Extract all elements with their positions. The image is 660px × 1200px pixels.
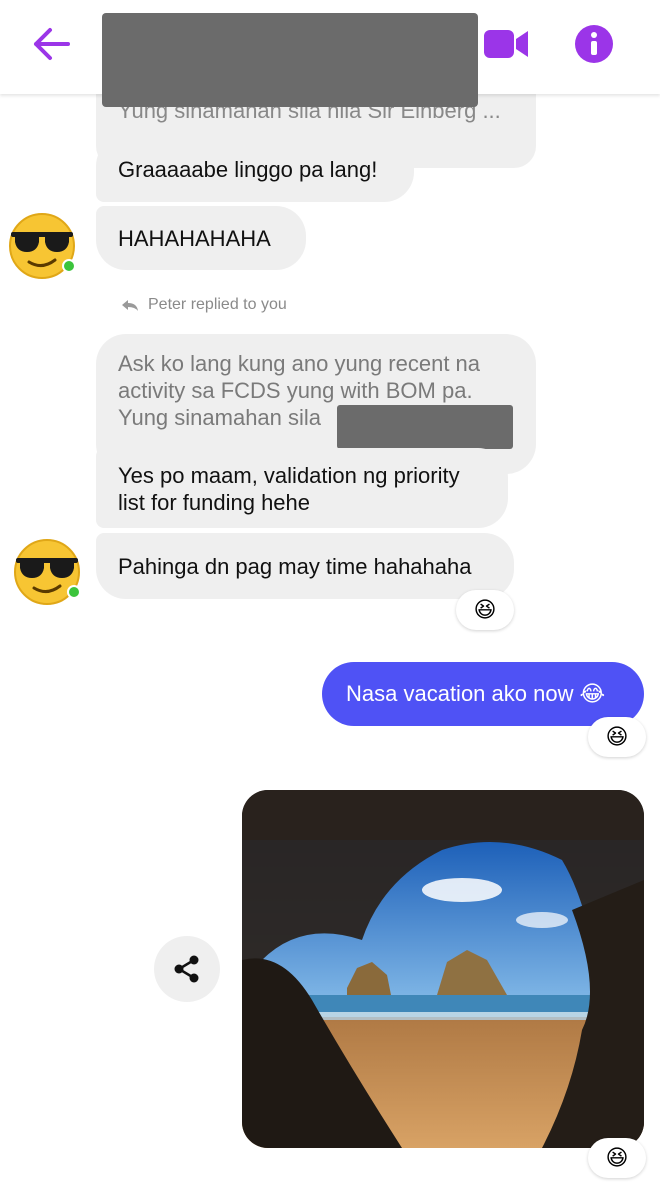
- message-bubble[interactable]: HAHAHAHAHA: [96, 206, 306, 270]
- message-text: Graaaaabe linggo pa lang!: [118, 156, 378, 182]
- back-button[interactable]: [30, 24, 74, 64]
- video-camera-icon: [484, 30, 528, 58]
- redacted-contact-name: [102, 13, 478, 107]
- avatar[interactable]: [12, 536, 82, 606]
- message-text-line: Yes po maam, validation ng priority: [118, 463, 460, 488]
- message-text: Nasa vacation ako now: [346, 681, 574, 706]
- outgoing-message-bubble[interactable]: Nasa vacation ako now 😂: [322, 662, 644, 726]
- reply-arrow-icon: [122, 300, 138, 311]
- avatar[interactable]: [7, 210, 77, 280]
- shared-photo[interactable]: [242, 790, 644, 1148]
- sunglasses-emoji-avatar-icon: [14, 539, 81, 605]
- arrow-left-icon: [34, 28, 70, 60]
- quoted-text-line: Ask ko lang kung ano yung recent na: [118, 351, 481, 376]
- laughing-emoji-icon: 😆: [605, 1145, 629, 1170]
- laughing-emoji-icon: 😆: [605, 724, 629, 749]
- reaction-badge[interactable]: 😆: [588, 1138, 646, 1178]
- message-text-line: list for funding hehe: [118, 490, 311, 515]
- redacted-text: [337, 405, 513, 449]
- share-button[interactable]: [154, 936, 220, 1002]
- quoted-text-line: activity sa FCDS yung with BOM pa.: [118, 378, 473, 403]
- info-button[interactable]: [575, 25, 613, 63]
- sunglasses-emoji-avatar-icon: [9, 213, 76, 279]
- info-icon: [575, 25, 613, 63]
- laughing-emoji-icon: 😆: [473, 597, 497, 622]
- video-call-button[interactable]: [484, 27, 530, 61]
- reaction-badge[interactable]: 😆: [588, 717, 646, 757]
- message-bubble[interactable]: Pahinga dn pag may time hahahaha: [96, 533, 514, 599]
- message-text: HAHAHAHAHA: [118, 225, 271, 251]
- tears-of-joy-emoji-icon: 😂: [579, 681, 606, 706]
- message-bubble[interactable]: Graaaaabe linggo pa lang!: [96, 136, 414, 202]
- share-icon: [174, 955, 199, 983]
- message-text: Pahinga dn pag may time hahahaha: [118, 553, 472, 579]
- message-bubble[interactable]: Yes po maam, validation ng priority list…: [96, 448, 508, 528]
- cave-beach-image: [242, 790, 644, 1148]
- reply-indicator: Peter replied to you: [120, 296, 287, 314]
- reply-indicator-text: Peter replied to you: [148, 296, 287, 313]
- reaction-badge[interactable]: 😆: [456, 590, 514, 630]
